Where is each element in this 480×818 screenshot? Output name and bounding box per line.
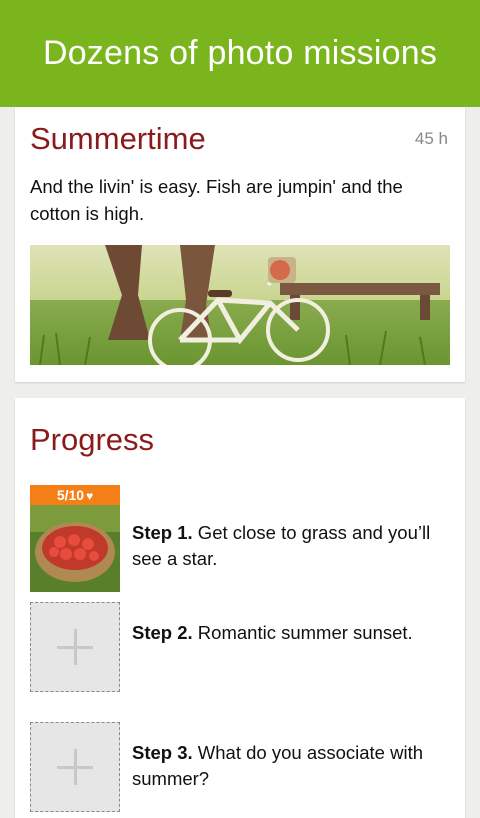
badge-count: 5/10 [56, 487, 85, 503]
step-3-text: Step 3. What do you associate with summe… [132, 740, 432, 792]
step-1-badge: 5/10 ♥ [30, 485, 120, 505]
step-3-number: Step 3. [132, 742, 193, 763]
mission-description: And the livin' is easy. Fish are jumpin'… [30, 176, 403, 224]
progress-title: Progress [30, 422, 155, 457]
progress-card: Progress 5/10 ♥ Step 1. Get close to gras… [15, 398, 465, 818]
mission-title: Summertime [30, 121, 206, 156]
step-1-text: Step 1. Get close to grass and you’ll se… [132, 520, 432, 572]
mission-time-left: 45 h [414, 129, 448, 148]
plus-icon-vertical [74, 749, 77, 785]
step-item-3[interactable]: Step 3. What do you associate with summe… [30, 722, 450, 812]
step-2-number: Step 2. [132, 622, 193, 643]
plus-icon-vertical [74, 629, 77, 665]
mission-card[interactable]: Summertime 45 h And the livin' is easy. … [15, 107, 465, 382]
header-title: Dozens of photo missions [42, 34, 438, 72]
app-header: Dozens of photo missions [0, 0, 480, 107]
step-item-2[interactable]: Step 2. Romantic summer sunset. [30, 602, 450, 692]
step-3-add-photo-button[interactable] [30, 722, 120, 812]
step-2-description: Romantic summer sunset. [192, 622, 413, 643]
step-1-number: Step 1. [132, 522, 193, 543]
step-2-add-photo-button[interactable] [30, 602, 120, 692]
step-1-photo[interactable] [30, 502, 120, 592]
step-item-1[interactable]: 5/10 ♥ Step 1. Get close to grass and you… [30, 485, 450, 592]
step-2-text: Step 2. Romantic summer sunset. [132, 620, 432, 646]
heart-icon: ♥ [86, 489, 94, 503]
mission-photo [30, 245, 450, 365]
